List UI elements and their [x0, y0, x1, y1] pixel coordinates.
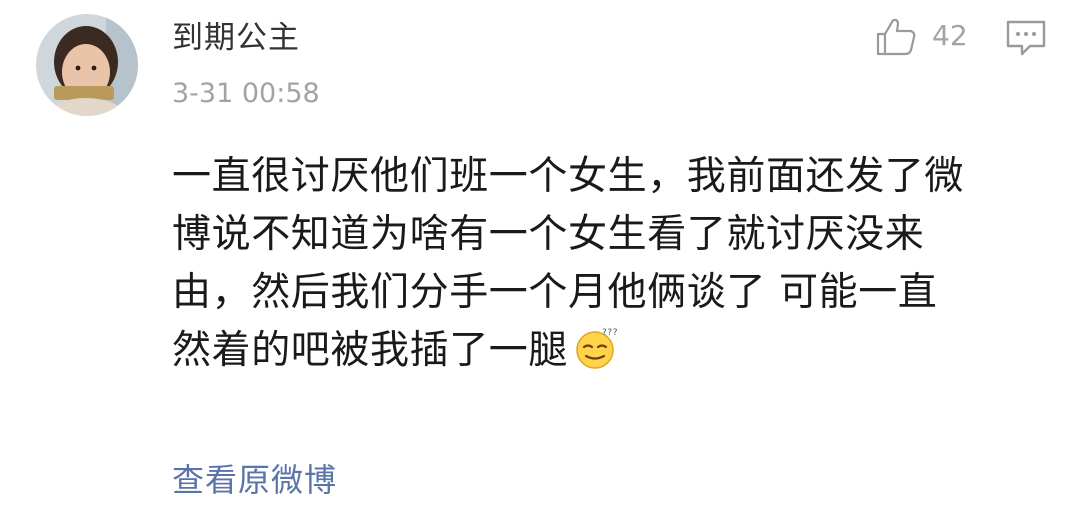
comment-line: 然着的吧被我插了一腿 — [172, 328, 569, 373]
thumbs-up-icon[interactable] — [874, 14, 918, 58]
avatar-image — [36, 14, 138, 116]
timestamp: 3-31 00:58 — [172, 78, 320, 109]
comment-line: 博说不知道为啥有一个女生看了就讨厌没来 — [172, 212, 925, 257]
comment-bubble-icon[interactable] — [1004, 18, 1048, 58]
sleepy-emoji-icon: ??? — [576, 328, 618, 369]
comment-line-last: 然着的吧被我插了一腿 ??? — [172, 322, 1052, 380]
username[interactable]: 到期公主 — [172, 18, 300, 58]
avatar[interactable] — [36, 14, 138, 116]
svg-text:???: ??? — [602, 328, 618, 338]
comment-card: 到期公主 3-31 00:58 42 一直很讨厌他们班一个女生，我前面还发了微 … — [0, 0, 1080, 513]
like-count: 42 — [932, 19, 968, 52]
comment-body: 一直很讨厌他们班一个女生，我前面还发了微 博说不知道为啥有一个女生看了就讨厌没来… — [172, 148, 1052, 380]
view-original-link[interactable]: 查看原微博 — [172, 458, 337, 502]
comment-line: 一直很讨厌他们班一个女生，我前面还发了微 — [172, 154, 965, 199]
comment-line: 由，然后我们分手一个月他俩谈了 可能一直 — [172, 270, 938, 315]
like-button[interactable]: 42 — [874, 14, 968, 58]
